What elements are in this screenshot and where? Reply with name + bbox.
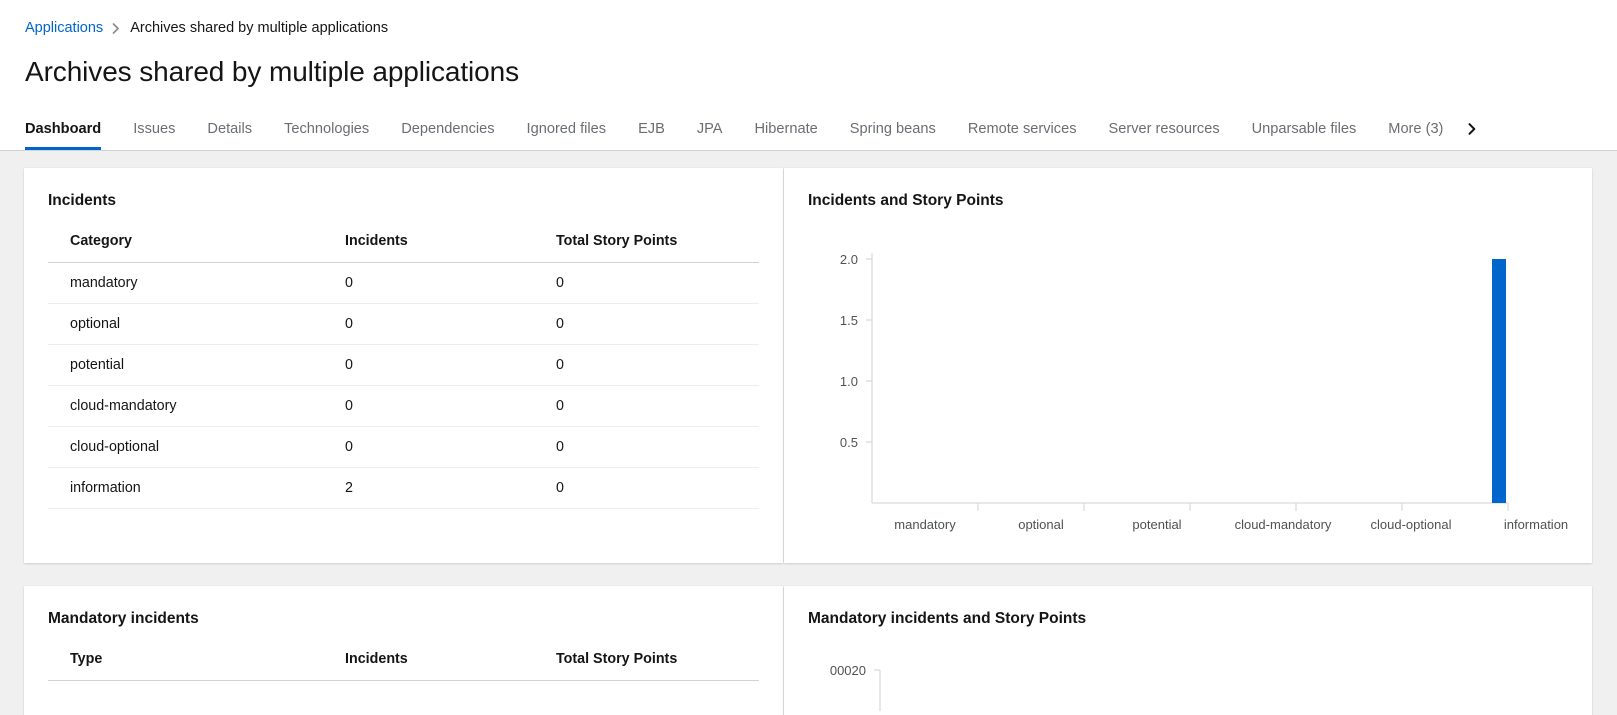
- column-header-incidents: Incidents: [323, 651, 534, 681]
- x-tick-label: potential: [1132, 517, 1181, 532]
- tab-ignored-files[interactable]: Ignored files: [511, 108, 623, 150]
- mandatory-incidents-table: Type Incidents Total Story Points: [48, 651, 759, 681]
- table-header-row: Category Incidents Total Story Points: [48, 233, 759, 263]
- tab-bar: Dashboard Issues Details Technologies De…: [0, 108, 1617, 151]
- cell-incidents: 0: [323, 426, 534, 467]
- incidents-chart-title: Incidents and Story Points: [808, 192, 1568, 211]
- tab-issues[interactable]: Issues: [117, 108, 191, 150]
- tab-server-resources[interactable]: Server resources: [1093, 108, 1236, 150]
- cell-story-points: 0: [534, 344, 759, 385]
- cell-category: optional: [48, 303, 323, 344]
- breadcrumb: Applications Archives shared by multiple…: [0, 0, 1617, 38]
- breadcrumb-link-applications[interactable]: Applications: [25, 18, 103, 38]
- y-tick-label: 2.0: [840, 252, 858, 267]
- table-row[interactable]: potential 0 0: [48, 344, 759, 385]
- bar-information[interactable]: [1492, 259, 1506, 503]
- tab-spring-beans[interactable]: Spring beans: [834, 108, 952, 150]
- table-row[interactable]: optional 0 0: [48, 303, 759, 344]
- page-header: Applications Archives shared by multiple…: [0, 0, 1617, 151]
- tab-remote-services[interactable]: Remote services: [952, 108, 1093, 150]
- x-tick-label: cloud-mandatory: [1235, 517, 1332, 532]
- cell-story-points: 0: [534, 385, 759, 426]
- tab-hibernate[interactable]: Hibernate: [739, 108, 834, 150]
- column-header-story-points: Total Story Points: [534, 233, 759, 263]
- cell-incidents: 2: [323, 467, 534, 508]
- mandatory-chart-title: Mandatory incidents and Story Points: [808, 610, 1568, 629]
- y-tick-label: 00020: [830, 663, 866, 678]
- incidents-bar-chart[interactable]: 2.0 1.5 1.0 0.5: [808, 233, 1568, 533]
- table-row[interactable]: mandatory 0 0: [48, 262, 759, 303]
- cell-category: cloud-optional: [48, 426, 323, 467]
- incidents-chart-card: Incidents and Story Points 2.0 1.5 1.0 0…: [784, 168, 1592, 563]
- cell-category: potential: [48, 344, 323, 385]
- tab-dashboard[interactable]: Dashboard: [0, 108, 117, 150]
- incidents-card: Incidents Category Incidents Total Story…: [24, 168, 783, 563]
- cell-incidents: 0: [323, 385, 534, 426]
- mandatory-chart-card: Mandatory incidents and Story Points 000…: [784, 586, 1592, 715]
- tab-unparsable-files[interactable]: Unparsable files: [1236, 108, 1373, 150]
- tab-scroll-right-icon[interactable]: [1455, 108, 1489, 150]
- cell-category: cloud-mandatory: [48, 385, 323, 426]
- dashboard-content: Incidents Category Incidents Total Story…: [0, 151, 1617, 715]
- mandatory-bar-chart-svg: 00020: [808, 651, 1568, 711]
- column-header-incidents: Incidents: [323, 233, 534, 263]
- mandatory-bar-chart[interactable]: 00020: [808, 651, 1568, 711]
- incidents-bar-chart-svg: 2.0 1.5 1.0 0.5: [808, 233, 1568, 533]
- y-tick-label: 1.5: [840, 313, 858, 328]
- column-header-story-points: Total Story Points: [534, 651, 759, 681]
- tab-ejb[interactable]: EJB: [622, 108, 681, 150]
- x-tick-label: cloud-optional: [1371, 517, 1452, 532]
- column-header-category: Category: [48, 233, 323, 263]
- mandatory-incidents-card: Mandatory incidents Type Incidents Total…: [24, 586, 783, 715]
- incidents-card-title: Incidents: [48, 192, 759, 211]
- table-row[interactable]: cloud-optional 0 0: [48, 426, 759, 467]
- table-header-row: Type Incidents Total Story Points: [48, 651, 759, 681]
- cell-story-points: 0: [534, 303, 759, 344]
- dashboard-page: Applications Archives shared by multiple…: [0, 0, 1617, 715]
- x-tick-label: optional: [1018, 517, 1064, 532]
- cell-category: mandatory: [48, 262, 323, 303]
- tab-technologies[interactable]: Technologies: [268, 108, 385, 150]
- breadcrumb-current: Archives shared by multiple applications: [130, 18, 388, 38]
- cell-incidents: 0: [323, 303, 534, 344]
- cell-incidents: 0: [323, 262, 534, 303]
- cell-category: information: [48, 467, 323, 508]
- x-tick-label: information: [1504, 517, 1568, 532]
- page-title: Archives shared by multiple applications: [0, 38, 1617, 89]
- incidents-table: Category Incidents Total Story Points ma…: [48, 233, 759, 509]
- cell-story-points: 0: [534, 467, 759, 508]
- tab-jpa[interactable]: JPA: [681, 108, 739, 150]
- column-header-type: Type: [48, 651, 323, 681]
- cell-incidents: 0: [323, 344, 534, 385]
- mandatory-incidents-card-title: Mandatory incidents: [48, 610, 759, 629]
- table-row[interactable]: cloud-mandatory 0 0: [48, 385, 759, 426]
- tab-dependencies[interactable]: Dependencies: [385, 108, 510, 150]
- cell-story-points: 0: [534, 262, 759, 303]
- dashboard-row-2: Mandatory incidents Type Incidents Total…: [24, 586, 1592, 715]
- cell-story-points: 0: [534, 426, 759, 467]
- y-tick-label: 0.5: [840, 435, 858, 450]
- tab-details[interactable]: Details: [191, 108, 268, 150]
- chevron-right-icon: [112, 23, 121, 34]
- dashboard-row-1: Incidents Category Incidents Total Story…: [24, 168, 1592, 563]
- table-row[interactable]: information 2 0: [48, 467, 759, 508]
- tab-more[interactable]: More (3): [1372, 108, 1459, 150]
- x-tick-label: mandatory: [894, 517, 956, 532]
- y-tick-label: 1.0: [840, 374, 858, 389]
